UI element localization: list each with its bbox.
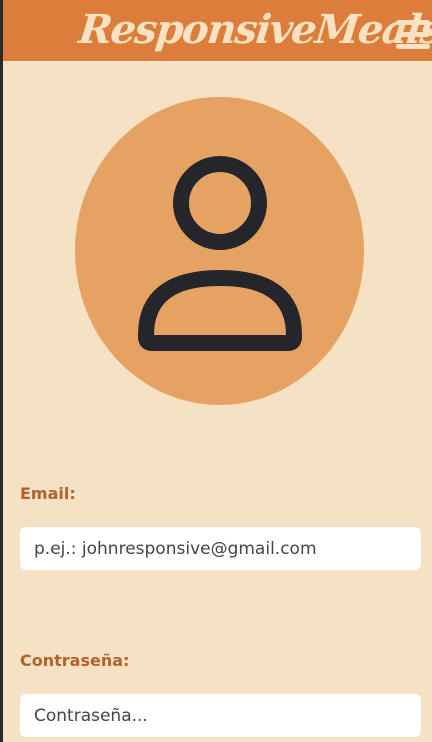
email-label: Email: — [20, 484, 76, 503]
avatar — [75, 97, 364, 405]
email-field[interactable] — [20, 527, 421, 570]
password-field[interactable] — [20, 694, 421, 737]
menu-bar-bottom — [396, 44, 430, 49]
top-header: ResponsiveMeals — [3, 0, 432, 61]
brand-logo[interactable]: ResponsiveMeals — [76, 6, 432, 54]
menu-bar-middle — [396, 32, 430, 37]
hamburger-menu-icon[interactable] — [396, 20, 430, 54]
app-frame: ResponsiveMeals Email: Contraseña: — [0, 0, 432, 742]
user-profile-icon — [138, 156, 302, 351]
menu-bar-top — [396, 20, 430, 25]
password-label: Contraseña: — [20, 651, 130, 670]
